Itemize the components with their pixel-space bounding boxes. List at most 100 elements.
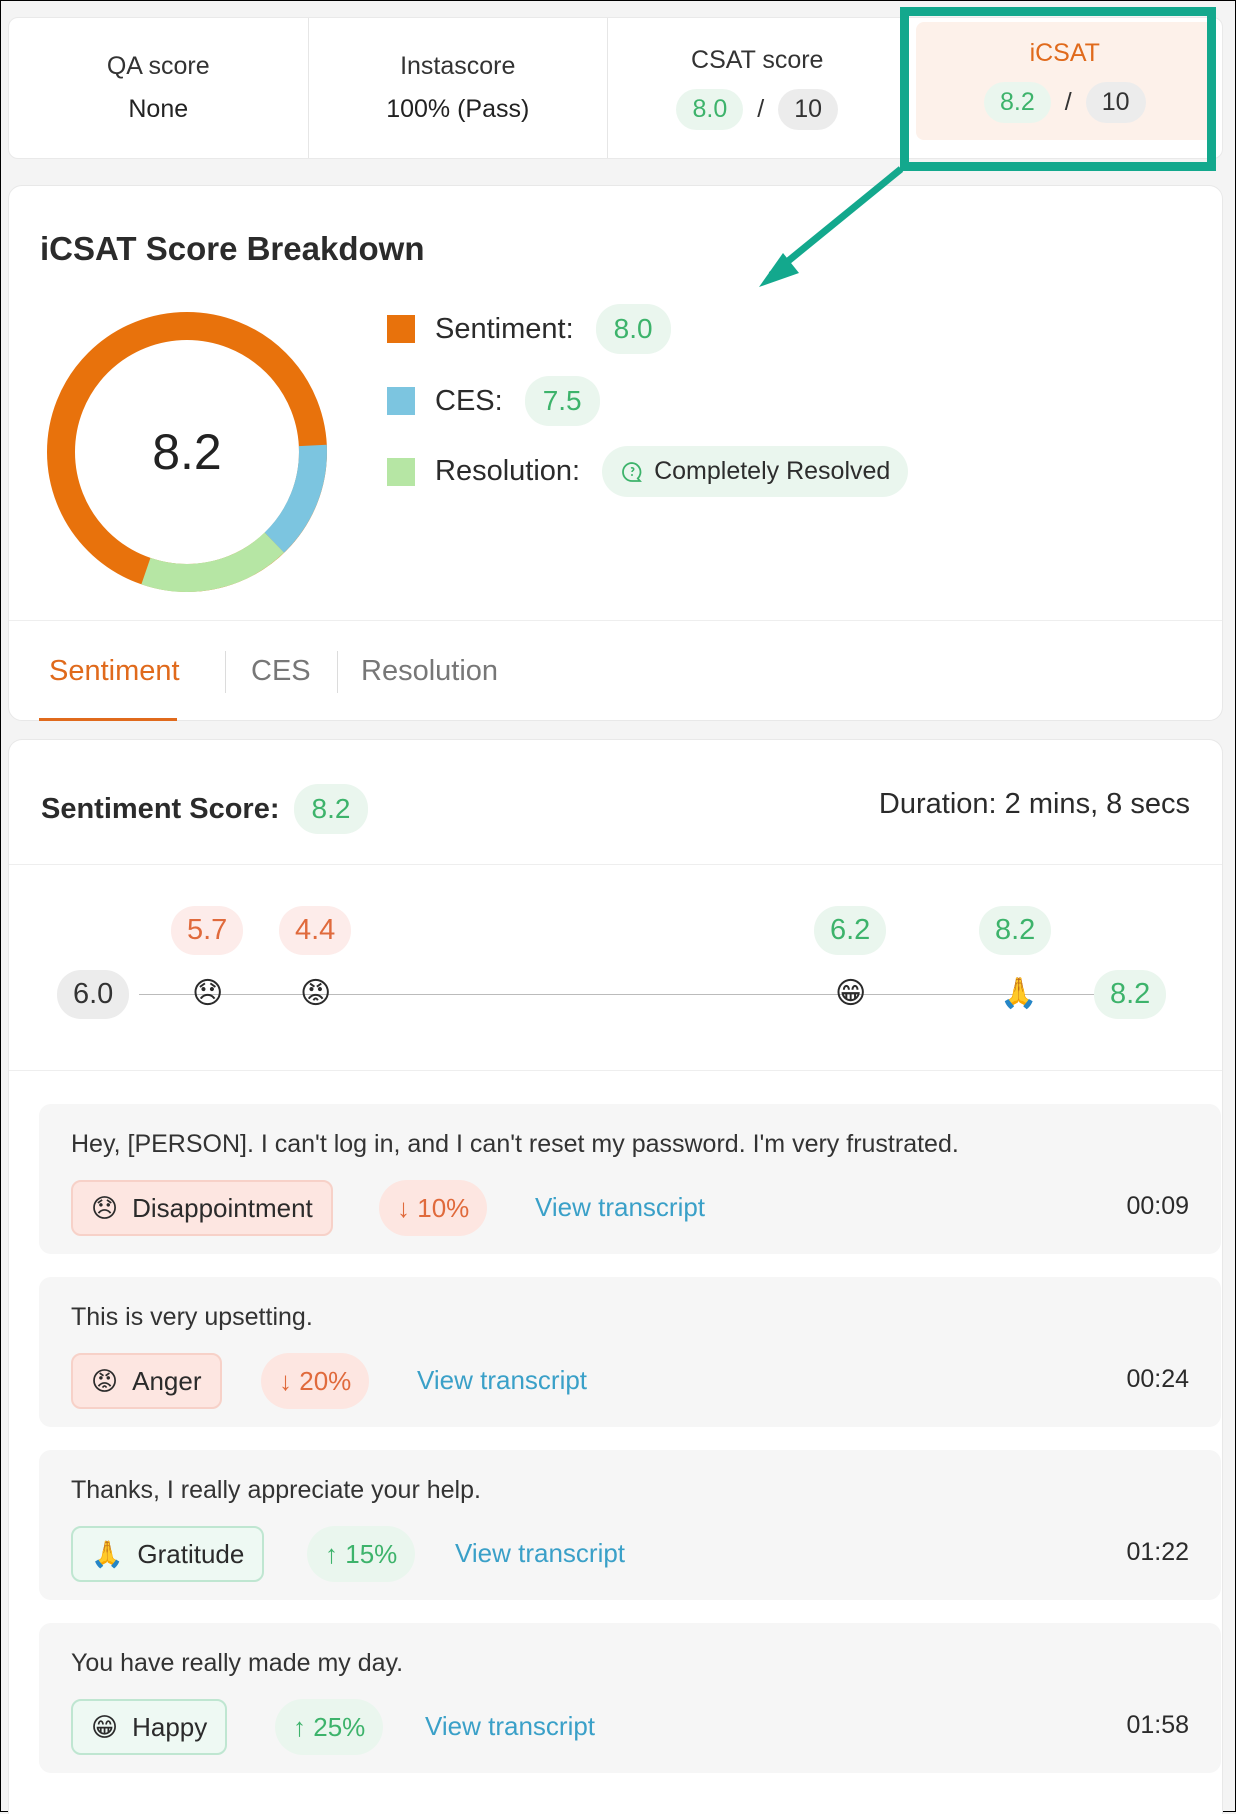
donut-center-value: 8.2 xyxy=(152,424,222,480)
breakdown-title: iCSAT Score Breakdown xyxy=(40,230,425,267)
resolution-status-text: Completely Resolved xyxy=(654,457,891,485)
icsat-breakdown-card: iCSAT Score Breakdown 8.2 Sentiment: 8.0… xyxy=(8,185,1223,721)
sentiment-change-badge: ↓ 20% xyxy=(261,1353,370,1409)
emotion-tag-gratitude: 🙏 Gratitude xyxy=(71,1526,265,1582)
angry-face-icon[interactable]: 😡 xyxy=(300,977,331,1011)
sentiment-score-value: 8.2 xyxy=(293,784,369,834)
grinning-face-icon: 😁 xyxy=(91,1711,119,1742)
arrow-down-icon: ↓ xyxy=(279,1366,292,1396)
instascore-label: Instascore xyxy=(400,52,516,80)
emotion-label: Happy xyxy=(132,1711,208,1742)
emotion-label: Anger xyxy=(132,1365,202,1396)
legend-ces: CES: 7.5 xyxy=(387,376,600,426)
icsat-donut-chart: 8.2 xyxy=(47,312,327,592)
donut-segment-resolution xyxy=(141,532,285,592)
list-item: You have really made my day. 😁 Happy ↑ 2… xyxy=(39,1623,1221,1773)
grinning-face-icon[interactable]: 😁 xyxy=(835,977,866,1011)
legend-sentiment: Sentiment: 8.0 xyxy=(387,304,671,354)
arrow-up-icon: ↑ xyxy=(325,1539,338,1569)
emotion-tag-disappointment: 😞 Disappointment xyxy=(71,1180,333,1236)
emotion-label: Gratitude xyxy=(137,1538,245,1569)
list-item: Hey, [PERSON]. I can't log in, and I can… xyxy=(39,1104,1221,1254)
sentiment-section: Sentiment Score: 8.2 Duration: 2 mins, 8… xyxy=(8,739,1223,1814)
list-item: This is very upsetting. 😡 Anger ↓ 20% Vi… xyxy=(39,1277,1221,1427)
qa-score-value: None xyxy=(128,95,189,123)
sentiment-score-title: Sentiment Score: 8.2 xyxy=(41,784,369,834)
disappointed-face-icon[interactable]: 😞 xyxy=(192,977,223,1011)
legend-resolution: Resolution: Completely Resolved xyxy=(387,446,909,497)
list-item: Thanks, I really appreciate your help. 🙏… xyxy=(39,1450,1221,1600)
utterance-timestamp: 00:24 xyxy=(1126,1365,1189,1393)
legend-ces-swatch xyxy=(387,387,415,415)
timeline-point-value: 5.7 xyxy=(171,906,244,955)
timeline-point-value: 4.4 xyxy=(279,906,352,955)
icsat-callout-box xyxy=(900,7,1216,171)
sentiment-change-value: 20% xyxy=(299,1366,352,1396)
csat-score-pair: 8.0 / 10 xyxy=(676,89,839,130)
instascore-value: 100% (Pass) xyxy=(386,95,530,123)
csat-score-value: 8.0 xyxy=(676,89,744,130)
emotion-tag-happy: 😁 Happy xyxy=(71,1699,228,1755)
timeline-start-value: 6.0 xyxy=(57,970,130,1019)
sentiment-header: Sentiment Score: 8.2 Duration: 2 mins, 8… xyxy=(9,740,1222,865)
legend-sentiment-swatch xyxy=(387,315,415,343)
legend-sentiment-label: Sentiment: xyxy=(435,312,574,345)
legend-ces-label: CES: xyxy=(435,384,503,417)
utterance-timestamp: 01:58 xyxy=(1126,1711,1189,1739)
disappointed-face-icon: 😞 xyxy=(91,1192,119,1223)
breakdown-tabs: Sentiment CES Resolution xyxy=(9,620,1222,721)
legend-sentiment-value: 8.0 xyxy=(595,304,671,354)
qa-score-label: QA score xyxy=(106,52,210,80)
sentiment-change-badge: ↓ 10% xyxy=(379,1180,488,1236)
tab-resolution[interactable]: Resolution xyxy=(361,621,498,721)
legend-resolution-label: Resolution: xyxy=(435,455,581,487)
legend-resolution-swatch xyxy=(387,457,415,486)
tab-ces[interactable]: CES xyxy=(251,621,311,721)
page-frame: QA score None Instascore 100% (Pass) CSA… xyxy=(0,0,1236,1814)
callout-arrow xyxy=(759,166,904,287)
utterance-text: Thanks, I really appreciate your help. xyxy=(71,1476,481,1504)
view-transcript-link[interactable]: View transcript xyxy=(455,1538,625,1569)
tab-sentiment[interactable]: Sentiment xyxy=(49,621,180,721)
utterance-timestamp: 00:09 xyxy=(1126,1192,1189,1220)
sentiment-score-label: Sentiment Score: xyxy=(41,792,280,825)
timeline-point-value: 8.2 xyxy=(979,906,1052,955)
timeline-point-value: 6.2 xyxy=(814,906,887,955)
csat-score-card[interactable]: CSAT score 8.0 / 10 xyxy=(608,18,908,158)
arrow-up-icon: ↑ xyxy=(293,1712,306,1742)
timeline-end-value: 8.2 xyxy=(1094,970,1167,1019)
praying-hands-icon: 🙏 xyxy=(91,1538,124,1569)
call-duration: Duration: 2 mins, 8 secs xyxy=(878,788,1190,820)
qa-score-card[interactable]: QA score None xyxy=(9,18,309,158)
tab-divider xyxy=(337,651,338,693)
instascore-card[interactable]: Instascore 100% (Pass) xyxy=(309,18,608,158)
csat-score-max: 10 xyxy=(778,89,839,130)
donut-segment-ces xyxy=(264,444,327,553)
emotion-label: Disappointment xyxy=(132,1192,313,1223)
legend-resolution-value: Completely Resolved xyxy=(602,446,909,497)
legend-ces-value: 7.5 xyxy=(524,376,600,426)
emotion-tag-anger: 😡 Anger xyxy=(71,1353,222,1409)
view-transcript-link[interactable]: View transcript xyxy=(535,1192,705,1223)
angry-face-icon: 😡 xyxy=(91,1365,119,1396)
praying-hands-icon[interactable]: 🙏 xyxy=(1000,977,1037,1011)
sentiment-change-value: 10% xyxy=(417,1193,470,1223)
sentiment-timeline: 6.0 8.2 5.7 😞 4.4 😡 6.2 😁 8.2 🙏 xyxy=(9,864,1222,1071)
utterance-text: Hey, [PERSON]. I can't log in, and I can… xyxy=(71,1130,959,1158)
view-transcript-link[interactable]: View transcript xyxy=(425,1711,595,1742)
arrow-down-icon: ↓ xyxy=(397,1193,410,1223)
active-tab-indicator xyxy=(39,718,177,721)
sentiment-change-value: 25% xyxy=(313,1712,366,1742)
csat-score-separator: / xyxy=(757,95,765,123)
sentiment-change-value: 15% xyxy=(345,1539,398,1569)
sentiment-change-badge: ↑ 15% xyxy=(307,1526,416,1582)
timeline-track xyxy=(139,994,1099,995)
tab-divider xyxy=(225,651,226,693)
view-transcript-link[interactable]: View transcript xyxy=(417,1365,587,1396)
utterance-text: This is very upsetting. xyxy=(71,1303,313,1331)
sentiment-change-badge: ↑ 25% xyxy=(275,1699,384,1755)
resolved-chat-icon xyxy=(622,461,643,482)
utterance-text: You have really made my day. xyxy=(71,1649,404,1677)
csat-score-label: CSAT score xyxy=(691,46,824,74)
utterance-timestamp: 01:22 xyxy=(1126,1538,1189,1566)
